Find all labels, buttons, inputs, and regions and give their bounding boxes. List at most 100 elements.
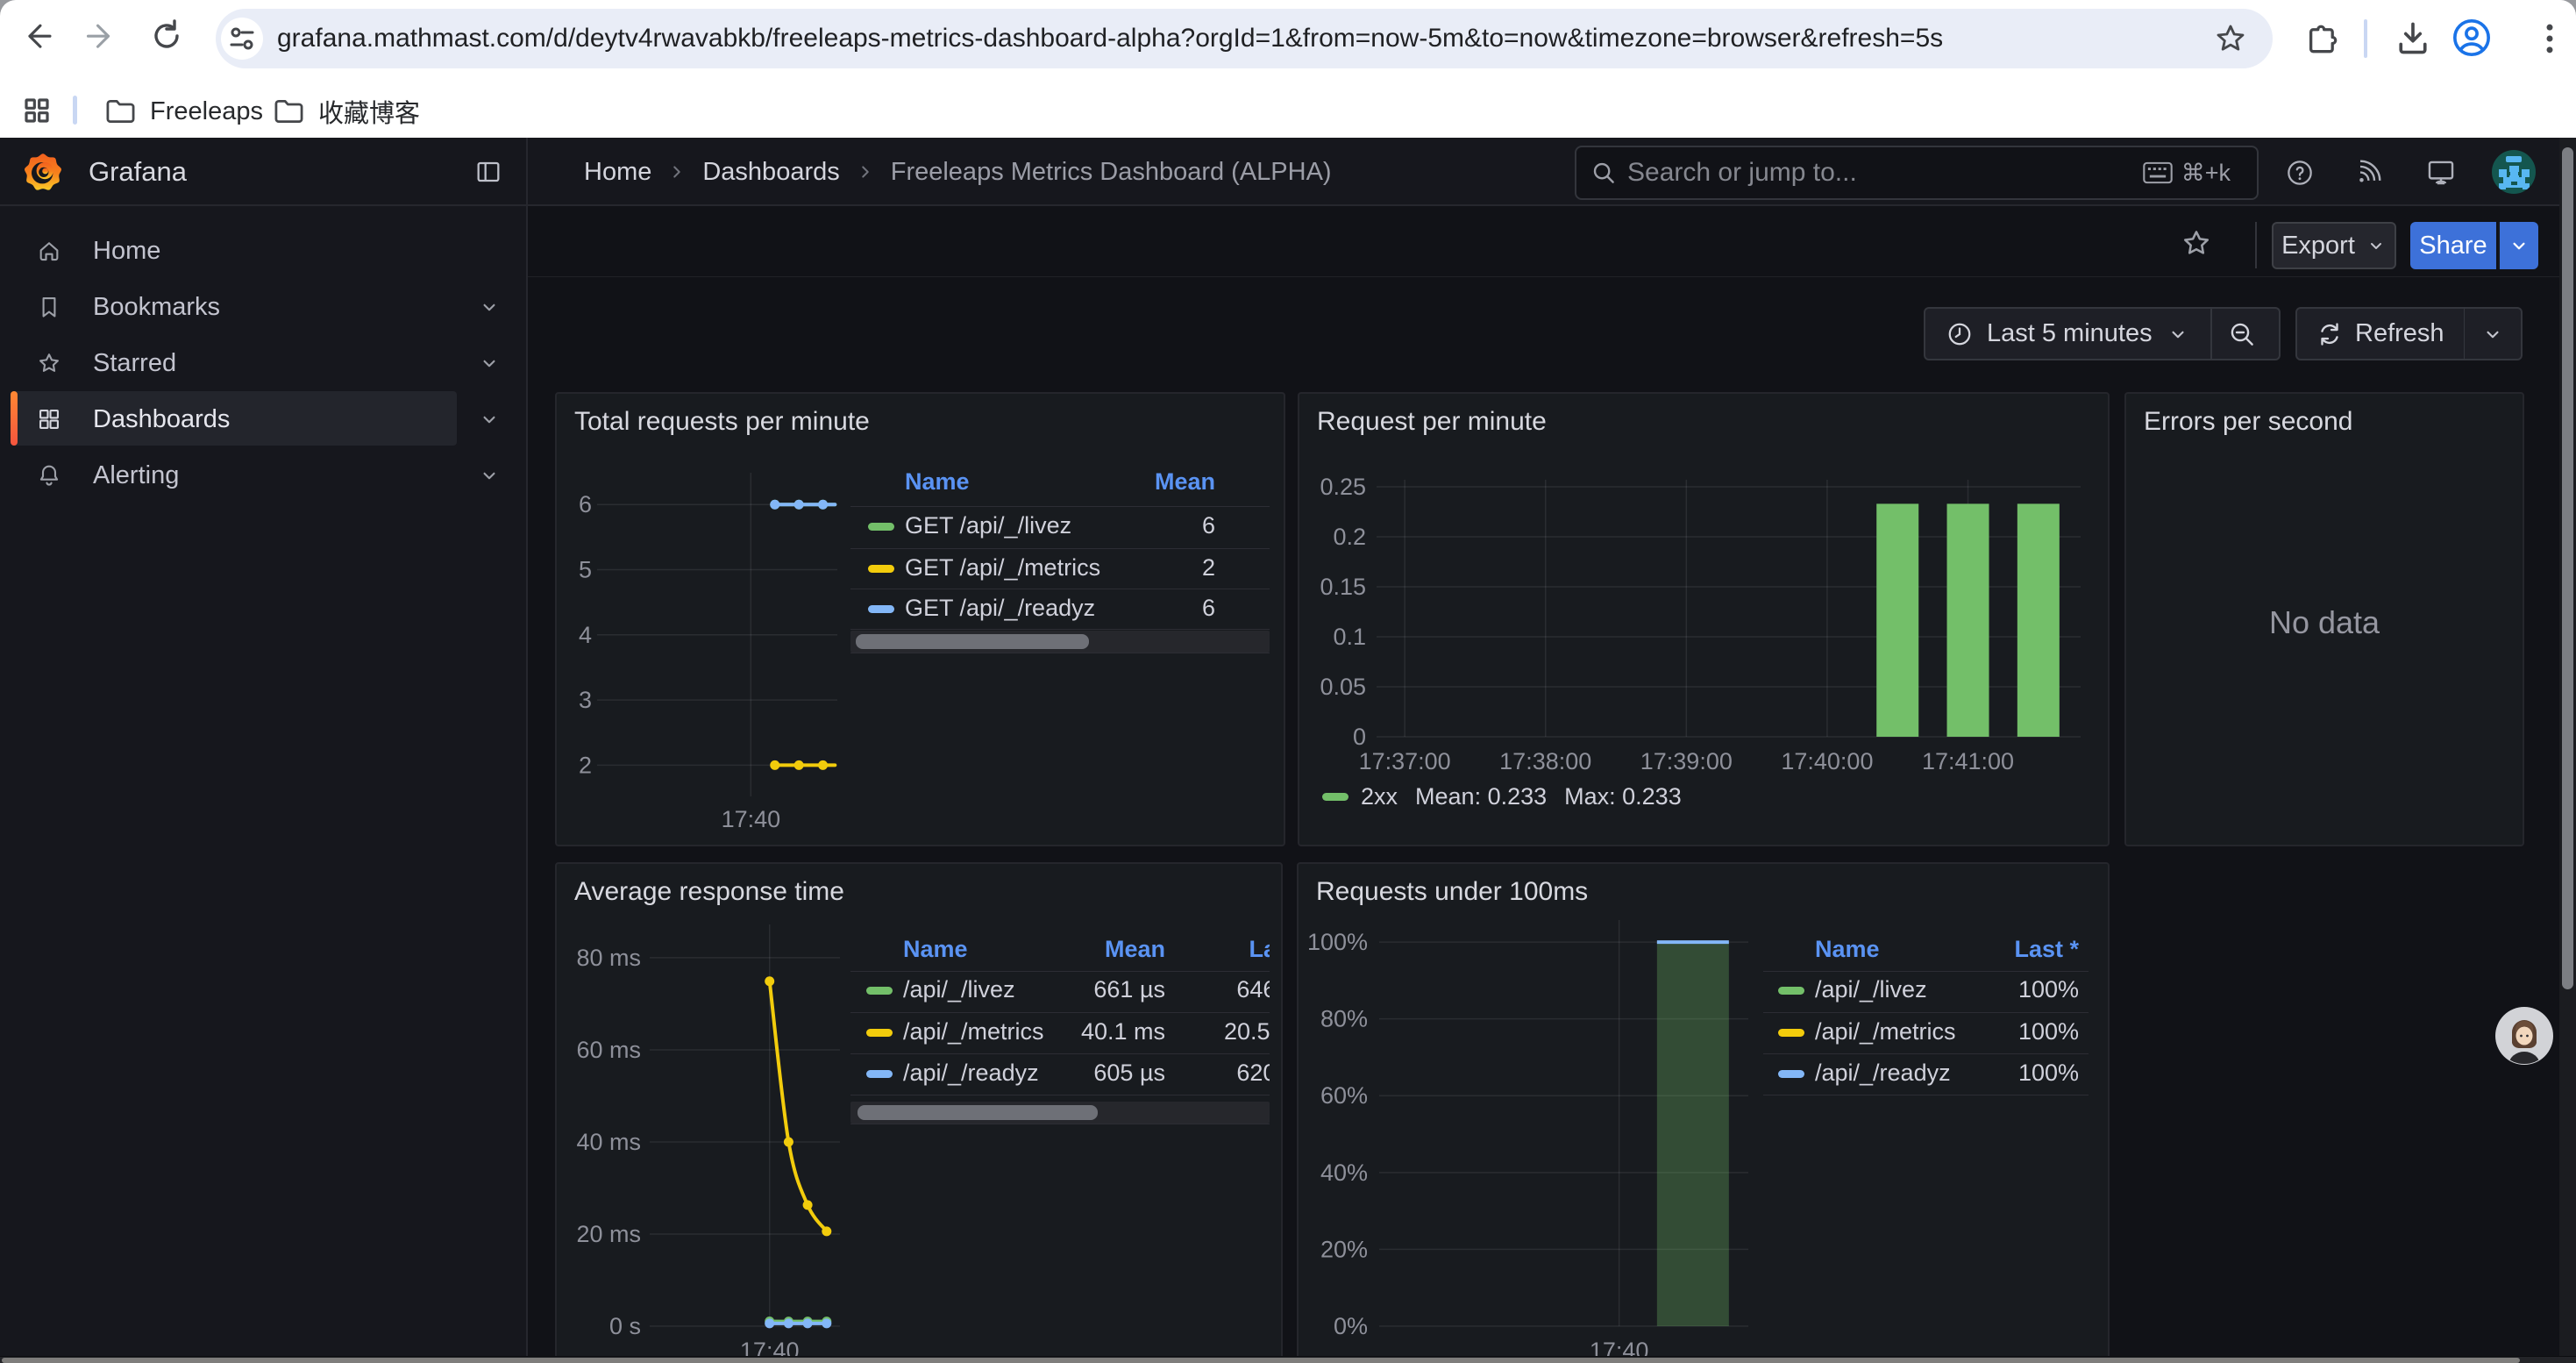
chevron-down-icon[interactable] xyxy=(478,408,501,431)
chevron-down-icon[interactable] xyxy=(478,352,501,375)
svg-text:40%: 40% xyxy=(1320,1160,1368,1186)
breadcrumb-home[interactable]: Home xyxy=(584,158,651,187)
reload-icon[interactable] xyxy=(148,18,185,54)
legend-series-name[interactable]: /api/_/metrics xyxy=(1815,1018,1956,1045)
refresh-group: Refresh xyxy=(2295,307,2523,360)
bookmark-folder-freeleaps[interactable]: Freeleaps xyxy=(105,85,263,138)
legend-scrollbar-thumb[interactable] xyxy=(857,1105,1098,1120)
folder-icon xyxy=(105,98,136,125)
legend-row-divider xyxy=(850,548,1270,549)
back-icon[interactable] xyxy=(19,18,54,54)
bookmark-folder-blogs[interactable]: 收藏博客 xyxy=(274,85,420,138)
caret-down-icon xyxy=(2481,323,2504,346)
chevron-down-icon[interactable] xyxy=(478,296,501,318)
refresh-button[interactable]: Refresh xyxy=(2297,309,2464,359)
legend-series-name[interactable]: /api/_/livez xyxy=(903,976,1015,1003)
legend-row-divider xyxy=(850,1012,1270,1013)
bell-icon xyxy=(37,463,61,488)
menu-kebab-icon[interactable] xyxy=(2530,19,2569,58)
legend-series-mean: 40.1 ms xyxy=(1060,1018,1165,1045)
legend-row-divider xyxy=(850,1053,1270,1054)
time-range-button[interactable]: Last 5 minutes xyxy=(1925,309,2210,359)
zoom-out-button[interactable] xyxy=(2212,309,2272,359)
caret-down-icon xyxy=(2508,234,2530,257)
panel-avg-response-time[interactable]: Average response time 0 s20 ms40 ms60 ms… xyxy=(555,862,1283,1363)
legend-series-name[interactable]: /api/_/readyz xyxy=(1815,1060,1951,1087)
legend-col-name[interactable]: Name xyxy=(1815,936,1880,963)
legend-col-mean[interactable]: Mean xyxy=(1155,468,1215,496)
chevron-down-icon[interactable] xyxy=(478,464,501,487)
side-navigation: Grafana Home Bookmarks Starred xyxy=(0,138,528,1356)
grafana-logo[interactable] xyxy=(24,153,62,191)
legend-series-last: 100% xyxy=(2018,1018,2079,1045)
bookmark-star-icon[interactable] xyxy=(2213,21,2248,56)
legend-table: Name Mean GET /api/_/livez 6 GET /api/_/… xyxy=(850,468,1270,657)
apps-grid-icon[interactable] xyxy=(23,96,51,125)
legend-col-last[interactable]: Last * xyxy=(2014,936,2079,963)
address-bar[interactable]: grafana.mathmast.com/d/deytv4rwavabkb/fr… xyxy=(216,9,2273,68)
breadcrumb-sep-icon xyxy=(667,162,687,182)
breadcrumb-current: Freeleaps Metrics Dashboard (ALPHA) xyxy=(891,158,1332,187)
panel-requests-under-100ms[interactable]: Requests under 100ms 0%20%40%60%80%100%1… xyxy=(1297,862,2110,1363)
vertical-scrollbar[interactable] xyxy=(2559,138,2576,1356)
legend-col-name[interactable]: Name xyxy=(903,936,968,963)
sidebar-item-bookmarks[interactable]: Bookmarks xyxy=(0,279,526,335)
extensions-icon[interactable] xyxy=(2302,19,2340,58)
time-range-label: Last 5 minutes xyxy=(1987,319,2153,348)
legend-scrollbar-thumb[interactable] xyxy=(856,634,1089,649)
legend-col-last[interactable]: Last * xyxy=(1217,936,1270,963)
download-icon[interactable] xyxy=(2394,19,2432,58)
search-input[interactable]: Search or jump to... ⌘+k xyxy=(1575,146,2259,200)
horizontal-scrollbar[interactable] xyxy=(0,1356,2576,1363)
panel-title[interactable]: Errors per second xyxy=(2144,407,2352,437)
legend-series-last: 100% xyxy=(2018,976,2079,1003)
legend-series-name[interactable]: 2xx xyxy=(1361,783,1398,810)
legend-series-name[interactable]: GET /api/_/metrics xyxy=(905,554,1100,582)
dashboards-icon xyxy=(37,407,61,432)
legend-series-name[interactable]: /api/_/metrics xyxy=(903,1018,1044,1045)
org-avatar[interactable] xyxy=(2492,150,2536,194)
vertical-scrollbar-thumb[interactable] xyxy=(2562,147,2573,989)
brand-name: Grafana xyxy=(89,138,187,206)
svg-text:60 ms: 60 ms xyxy=(576,1037,641,1063)
sidebar-item-dashboards[interactable]: Dashboards xyxy=(0,391,526,447)
forward-icon[interactable] xyxy=(83,18,118,54)
profile-icon[interactable] xyxy=(2451,18,2492,58)
help-icon[interactable] xyxy=(2286,159,2314,187)
sidebar-item-alerting[interactable]: Alerting xyxy=(0,447,526,503)
share-button[interactable]: Share xyxy=(2410,222,2496,269)
chart-canvas[interactable]: 00.050.10.150.20.2517:37:0017:38:0017:39… xyxy=(1299,394,2111,848)
dock-menu-icon[interactable] xyxy=(474,158,502,186)
legend-series-name[interactable]: GET /api/_/readyz xyxy=(905,595,1095,622)
url-text: grafana.mathmast.com/d/deytv4rwavabkb/fr… xyxy=(277,9,2171,68)
monitor-icon[interactable] xyxy=(2426,158,2456,188)
breadcrumb-dashboards[interactable]: Dashboards xyxy=(702,158,839,187)
refresh-interval-button[interactable] xyxy=(2465,309,2521,359)
legend-col-name[interactable]: Name xyxy=(905,468,970,496)
news-rss-icon[interactable] xyxy=(2355,159,2383,187)
share-menu-button[interactable] xyxy=(2498,222,2538,269)
floating-user-avatar[interactable] xyxy=(2494,1006,2554,1066)
legend-series-mean: 2 xyxy=(1202,554,1215,582)
series-marker xyxy=(1778,987,1804,995)
clock-icon xyxy=(1946,321,1973,347)
legend-col-mean[interactable]: Mean xyxy=(1098,936,1165,963)
legend-series-name[interactable]: /api/_/livez xyxy=(1815,976,1927,1003)
horizontal-scrollbar-thumb[interactable] xyxy=(2,1358,2520,1363)
panel-errors-per-second[interactable]: Errors per second No data xyxy=(2124,392,2524,846)
svg-text:0.25: 0.25 xyxy=(1320,474,1366,500)
caret-down-icon xyxy=(2366,235,2387,256)
grafana-app: Grafana Home Bookmarks Starred xyxy=(0,138,2576,1363)
sidebar-item-home[interactable]: Home xyxy=(0,223,526,279)
legend-row-divider xyxy=(1763,971,2089,972)
series-marker xyxy=(866,1029,893,1037)
legend-series-name[interactable]: /api/_/readyz xyxy=(903,1060,1039,1087)
legend-series-name[interactable]: GET /api/_/livez xyxy=(905,512,1071,539)
sidebar-item-starred[interactable]: Starred xyxy=(0,335,526,391)
site-info-button[interactable] xyxy=(221,18,263,60)
favorite-star-icon[interactable] xyxy=(2181,227,2212,259)
export-button[interactable]: Export xyxy=(2272,222,2396,269)
panel-request-per-minute[interactable]: Request per minute 00.050.10.150.20.2517… xyxy=(1298,392,2110,846)
series-marker xyxy=(868,605,894,613)
panel-total-requests[interactable]: Total requests per minute 2345617:40 Nam… xyxy=(555,392,1285,846)
